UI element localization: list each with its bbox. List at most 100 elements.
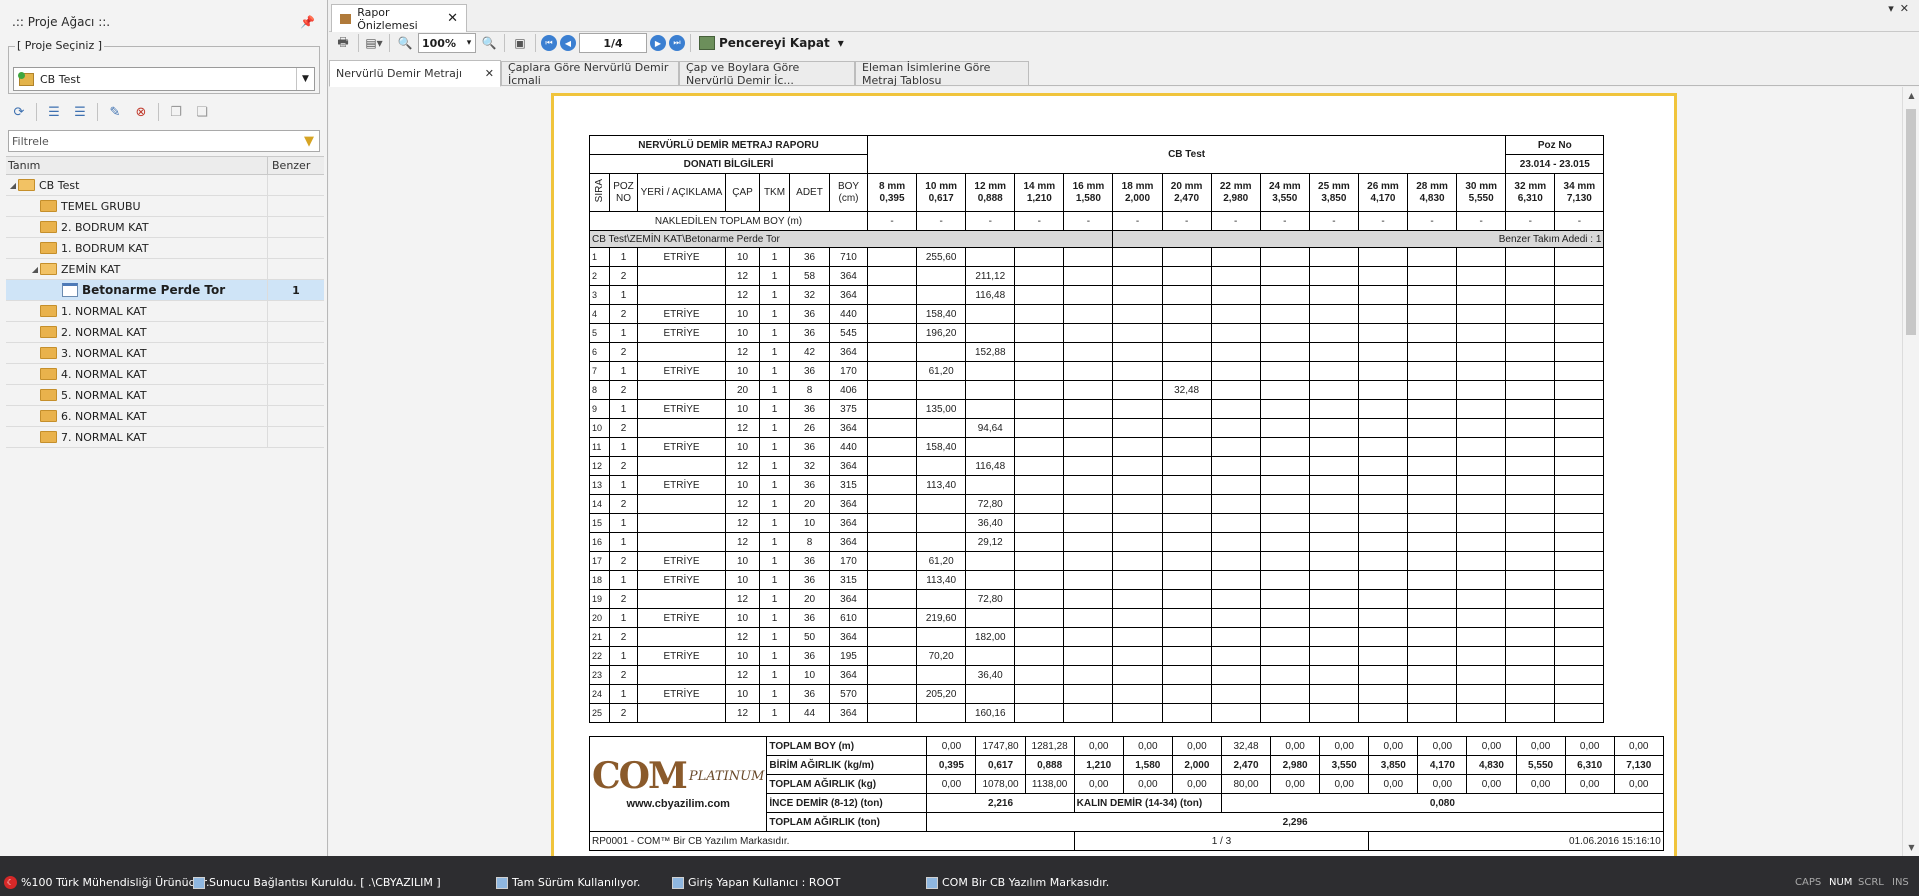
poz-no-label: Poz No bbox=[1505, 135, 1605, 155]
table-cell bbox=[1407, 399, 1458, 419]
print-icon[interactable]: 🖶 bbox=[333, 33, 353, 53]
table-cell: 1 bbox=[759, 532, 790, 552]
window-controls[interactable]: ▾✕ bbox=[1888, 2, 1915, 15]
toplam-boy-value: 0,00 bbox=[1122, 736, 1173, 756]
tree-row[interactable]: 2. NORMAL KAT bbox=[6, 322, 324, 343]
page-number-input[interactable]: 1/4 bbox=[579, 33, 647, 53]
toplam-agirlik-value: 0,00 bbox=[1466, 774, 1517, 794]
tab-report-4[interactable]: Eleman İsimlerine Göre Metraj Tablosu bbox=[855, 61, 1029, 87]
table-cell bbox=[1505, 361, 1556, 381]
close-icon[interactable]: ✕ bbox=[447, 11, 458, 26]
table-cell bbox=[1112, 266, 1163, 286]
table-cell bbox=[1063, 456, 1114, 476]
toplam-agirlik-value: 1078,00 bbox=[975, 774, 1026, 794]
diameter-weight: 3,850 bbox=[1321, 192, 1347, 204]
table-cell bbox=[1014, 456, 1065, 476]
table-cell: 20 bbox=[789, 589, 830, 609]
table-cell bbox=[1210, 532, 1261, 552]
tree-col-similar[interactable]: Benzer bbox=[268, 157, 324, 174]
com-platinum-logo: COM PLATINUM www.cbyazilim.com bbox=[592, 737, 764, 831]
table-cell bbox=[1014, 304, 1065, 324]
last-page-icon[interactable]: ⏭ bbox=[669, 35, 685, 51]
collapse-arrow-icon[interactable]: ◢ bbox=[8, 181, 18, 190]
tree-row[interactable]: 3. NORMAL KAT bbox=[6, 343, 324, 364]
table-cell bbox=[1063, 608, 1114, 628]
table-cell bbox=[637, 285, 726, 305]
table-cell bbox=[1456, 380, 1507, 400]
tree-row[interactable]: 5. NORMAL KAT bbox=[6, 385, 324, 406]
table-cell: 440 bbox=[829, 304, 868, 324]
tree-row[interactable]: 1. BODRUM KAT bbox=[6, 238, 324, 259]
chevron-down-icon[interactable]: ▾ bbox=[463, 38, 475, 48]
tree-row[interactable]: Betonarme Perde Tor 1 bbox=[6, 280, 324, 301]
footer-left: RP0001 - COM™ Bir CB Yazılım Markasıdır. bbox=[589, 831, 1075, 851]
tree-row[interactable]: 6. NORMAL KAT bbox=[6, 406, 324, 427]
scroll-down-icon[interactable]: ▼ bbox=[1903, 843, 1919, 852]
table-cell bbox=[1259, 570, 1310, 590]
scroll-thumb[interactable] bbox=[1906, 109, 1916, 335]
table-cell bbox=[916, 342, 967, 362]
vertical-scrollbar[interactable]: ▲ ▼ bbox=[1902, 87, 1919, 856]
tree-row[interactable]: 1. NORMAL KAT bbox=[6, 301, 324, 322]
birim-value: 7,130 bbox=[1613, 755, 1664, 775]
table-cell: 1 bbox=[609, 475, 638, 495]
table-cell bbox=[965, 684, 1016, 704]
close-window-button[interactable]: Pencereyi Kapat ▾ bbox=[696, 36, 847, 50]
table-cell bbox=[1554, 608, 1605, 628]
first-page-icon[interactable]: ⏮ bbox=[541, 35, 557, 51]
tree-row[interactable]: 7. NORMAL KAT bbox=[6, 427, 324, 448]
table-cell: 315 bbox=[829, 570, 868, 590]
tab-report-1[interactable]: Nervürlü Demir Metrajı ✕ bbox=[329, 60, 501, 87]
tree-row[interactable]: 2. BODRUM KAT bbox=[6, 217, 324, 238]
collapse-arrow-icon[interactable]: ◢ bbox=[30, 265, 40, 274]
next-page-icon[interactable]: ▶ bbox=[650, 35, 666, 51]
table-cell bbox=[1554, 342, 1605, 362]
tab-report-2[interactable]: Çaplara Göre Nervürlü Demir İcmali bbox=[501, 61, 679, 87]
tree-row[interactable]: 4. NORMAL KAT bbox=[6, 364, 324, 385]
paste-icon[interactable]: ❏ bbox=[191, 101, 213, 123]
carried-value: - bbox=[1259, 211, 1310, 231]
tab-report-preview[interactable]: Rapor Önizlemesi ✕ bbox=[331, 4, 467, 32]
zoom-select[interactable]: 100% ▾ bbox=[418, 33, 476, 53]
scroll-up-icon[interactable]: ▲ bbox=[1903, 91, 1919, 100]
table-cell bbox=[1554, 665, 1605, 685]
edit-icon[interactable]: ✎ bbox=[104, 101, 126, 123]
table-cell: 1 bbox=[759, 285, 790, 305]
table-cell bbox=[1161, 399, 1212, 419]
delete-icon[interactable]: ⊗ bbox=[130, 101, 152, 123]
preview-toolbar: 🖶 ▤▾ 🔍 100% ▾ 🔍 ▣ ⏮ ◀ 1/4 ▶ ⏭ Pencereyi K… bbox=[329, 32, 1919, 54]
tree-row[interactable]: ◢ CB Test bbox=[6, 175, 324, 196]
expand-all-icon[interactable]: ☰ bbox=[43, 101, 65, 123]
close-icon[interactable]: ✕ bbox=[485, 67, 494, 80]
collapse-all-icon[interactable]: ☰ bbox=[69, 101, 91, 123]
carried-value: - bbox=[1014, 211, 1065, 231]
toplam-agirlik-label: TOPLAM AĞIRLIK (kg) bbox=[766, 774, 928, 794]
tab-report-3[interactable]: Çap ve Boylara Göre Nervürlü Demir İc... bbox=[679, 61, 855, 87]
table-cell bbox=[1112, 646, 1163, 666]
chevron-down-icon[interactable]: ▾ bbox=[838, 36, 844, 50]
table-cell bbox=[637, 513, 726, 533]
table-cell bbox=[1063, 703, 1114, 723]
table-cell: 12 bbox=[725, 418, 760, 438]
table-row: 15 1 12 1 10 364 36,40 bbox=[589, 513, 1605, 533]
zoom-out-icon[interactable]: 🔍 bbox=[395, 33, 415, 53]
table-cell: ETRİYE bbox=[637, 646, 726, 666]
table-cell bbox=[1554, 399, 1605, 419]
table-cell bbox=[1259, 285, 1310, 305]
tree-row[interactable]: ◢ ZEMİN KAT bbox=[6, 259, 324, 280]
copy-icon[interactable]: ❐ bbox=[165, 101, 187, 123]
tree-col-name[interactable]: Tanım bbox=[6, 157, 268, 174]
ince-label: İNCE DEMİR (8-12) (ton) bbox=[766, 793, 928, 813]
project-dropdown[interactable]: CB Test ▼ bbox=[13, 67, 315, 91]
tree-row[interactable]: TEMEL GRUBU bbox=[6, 196, 324, 217]
prev-page-icon[interactable]: ◀ bbox=[560, 35, 576, 51]
refresh-icon[interactable]: ⟳ bbox=[8, 101, 30, 123]
fit-page-icon[interactable]: ▣ bbox=[510, 33, 530, 53]
pin-icon[interactable]: 📌 bbox=[300, 15, 315, 29]
chevron-down-icon[interactable]: ▼ bbox=[296, 68, 314, 90]
export-icon[interactable]: ▤▾ bbox=[364, 33, 384, 53]
filter-icon[interactable]: ▼ bbox=[299, 131, 319, 151]
filter-input[interactable]: Filtrele ▼ bbox=[8, 130, 320, 152]
zoom-in-icon[interactable]: 🔍 bbox=[479, 33, 499, 53]
table-cell bbox=[1210, 589, 1261, 609]
